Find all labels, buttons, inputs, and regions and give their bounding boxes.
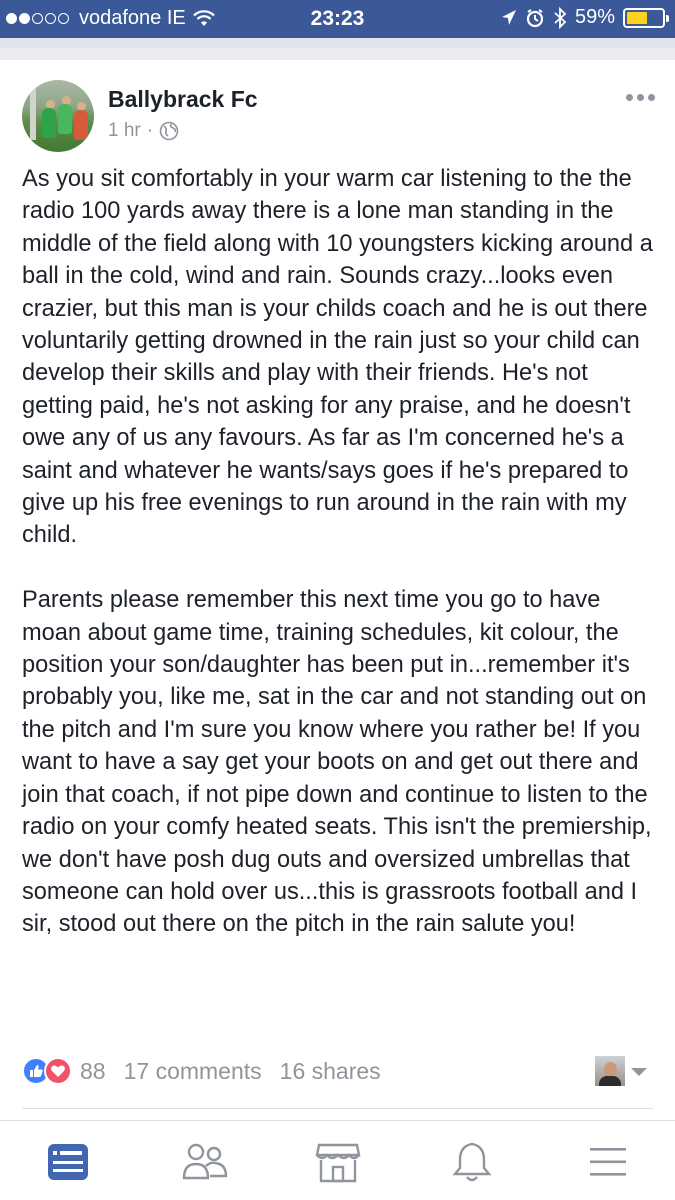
location-arrow-icon	[501, 9, 516, 25]
globe-icon	[159, 121, 179, 141]
marketplace-icon	[315, 1143, 361, 1183]
tab-news-feed[interactable]	[43, 1137, 93, 1187]
chevron-down-icon[interactable]	[631, 1068, 647, 1076]
status-bar: vodafone IE 23:23 59%	[0, 0, 675, 38]
divider	[22, 1108, 653, 1109]
viewer-avatar[interactable]	[595, 1056, 625, 1086]
meta-separator: ·	[146, 120, 154, 141]
battery-icon	[623, 7, 669, 28]
bluetooth-icon	[554, 6, 567, 29]
hamburger-menu-icon	[590, 1148, 626, 1176]
comments-count[interactable]: 17 comments	[124, 1058, 262, 1085]
post-meta: 1 hr ·	[108, 120, 179, 142]
status-right: 59%	[501, 6, 669, 29]
reaction-count: 88	[80, 1057, 106, 1084]
shares-count[interactable]: 16 shares	[280, 1058, 381, 1085]
reactions-bar[interactable]: 88 17 comments 16 shares	[22, 1056, 381, 1086]
more-dots-icon[interactable]	[626, 94, 655, 101]
love-reaction-icon	[44, 1057, 72, 1085]
feed-separator	[0, 48, 675, 60]
post-paragraph: As you sit comfortably in your warm car …	[22, 166, 653, 549]
post-card: Ballybrack Fc 1 hr · As you sit comforta…	[0, 60, 675, 1112]
top-nav-strip	[0, 38, 675, 48]
post-author[interactable]: Ballybrack Fc	[108, 86, 258, 113]
tab-marketplace[interactable]	[313, 1137, 363, 1187]
news-feed-icon	[48, 1144, 88, 1180]
tab-notifications[interactable]	[447, 1137, 497, 1187]
friends-icon	[182, 1143, 228, 1180]
battery-percent: 59%	[574, 6, 615, 28]
tab-menu[interactable]	[583, 1137, 633, 1187]
post-body: As you sit comfortably in your warm car …	[22, 163, 662, 941]
post-paragraph: Parents please remember this next time y…	[22, 587, 652, 938]
bell-icon	[452, 1142, 492, 1182]
alarm-icon	[526, 8, 544, 27]
avatar[interactable]	[22, 80, 94, 152]
battery-fill	[627, 11, 648, 24]
tab-friends[interactable]	[180, 1137, 230, 1187]
tab-bar	[0, 1120, 675, 1200]
post-timestamp[interactable]: 1 hr	[108, 120, 141, 142]
